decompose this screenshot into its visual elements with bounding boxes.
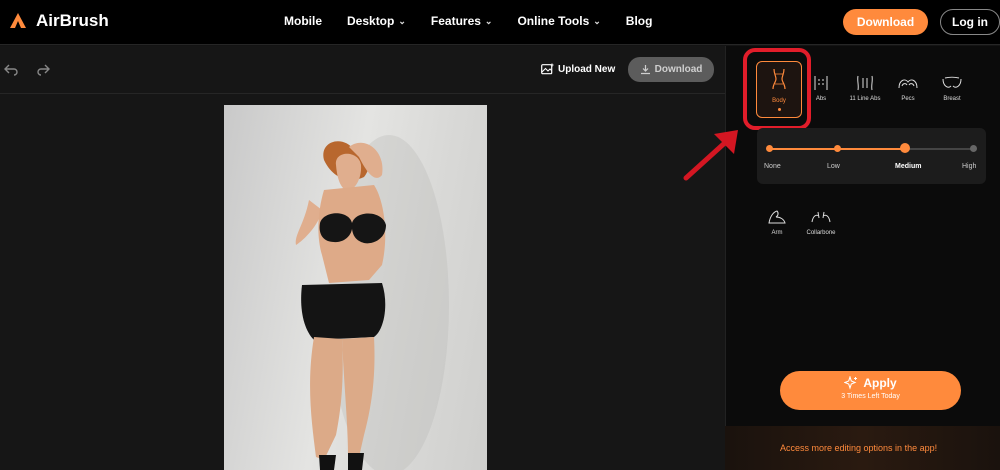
nav-link-online-tools[interactable]: Online Tools ⌄ — [517, 14, 600, 28]
nav-link-label: Online Tools — [517, 14, 590, 28]
collarbone-icon — [798, 204, 844, 230]
nav-link-features[interactable]: Features ⌄ — [431, 14, 493, 28]
redo-icon[interactable] — [36, 62, 50, 76]
tool-11-line-abs[interactable]: 11 Line Abs — [842, 70, 888, 102]
editor-download-label: Download — [654, 64, 703, 75]
slider-thumb[interactable] — [900, 143, 910, 153]
image-upload-icon — [541, 63, 554, 75]
slider-stop[interactable] — [833, 145, 841, 152]
apply-label: Apply — [863, 376, 897, 390]
tool-label: Breast — [943, 96, 961, 102]
tool-label: Pecs — [901, 96, 915, 102]
sparkle-icon — [844, 376, 858, 390]
tool-collarbone[interactable]: Collarbone — [798, 204, 844, 236]
tool-label: Collarbone — [806, 230, 836, 236]
top-nav: AirBrush Mobile Desktop ⌄ Features ⌄ Onlin… — [0, 0, 1000, 45]
red-arrow-icon — [683, 130, 738, 181]
logo-text: AirBrush — [36, 11, 109, 30]
apply-usage-count: 3 Times Left Today — [841, 393, 900, 400]
logo[interactable]: AirBrush — [8, 11, 109, 31]
11-line-abs-icon — [842, 70, 888, 96]
login-button[interactable]: Log in — [940, 9, 1000, 35]
slider-label-high: High — [962, 163, 977, 170]
nav-link-label: Blog — [625, 14, 653, 28]
slider-label-none: None — [764, 163, 781, 170]
pecs-icon — [885, 70, 931, 96]
tool-breast[interactable]: Breast — [929, 70, 975, 102]
download-icon — [640, 65, 650, 75]
slider-label-low: Low — [827, 163, 840, 170]
tool-label: 11 Line Abs — [849, 96, 881, 102]
tool-arm[interactable]: Arm — [754, 204, 800, 236]
upload-new-button[interactable]: Upload New — [541, 63, 615, 75]
woman-in-black-lingerie-photo — [295, 135, 449, 470]
nav-link-label: Mobile — [284, 14, 322, 28]
editor-canvas-area: Upload New Download — [0, 46, 725, 470]
slider-stop[interactable] — [969, 145, 977, 152]
airbrush-logo-icon — [10, 13, 26, 28]
nav-link-mobile[interactable]: Mobile — [284, 14, 322, 28]
upload-new-label: Upload New — [558, 63, 616, 75]
apply-button[interactable]: Apply 3 Times Left Today — [780, 371, 961, 410]
slider-label-medium: Medium — [895, 163, 922, 170]
tool-pecs[interactable]: Pecs — [885, 70, 931, 102]
app-promo-banner[interactable]: Access more editing options in the app! — [725, 426, 1000, 470]
tool-label: Arm — [771, 230, 783, 236]
photo-preview — [224, 105, 487, 470]
chevron-down-icon: ⌄ — [484, 15, 493, 26]
editor-toolbar: Upload New Download — [0, 46, 725, 94]
download-button[interactable]: Download — [843, 9, 928, 35]
promo-text: Access more editing options in the app! — [780, 443, 938, 453]
chevron-down-icon: ⌄ — [593, 15, 601, 26]
nav-link-label: Desktop — [347, 14, 395, 28]
arm-icon — [754, 204, 800, 230]
nav-link-desktop[interactable]: Desktop ⌄ — [347, 14, 406, 28]
breast-icon — [929, 70, 975, 96]
nav-links: Mobile Desktop ⌄ Features ⌄ Online Tools ⌄ … — [284, 14, 677, 28]
intensity-slider[interactable]: None Low Medium High — [757, 128, 986, 184]
highlight-box — [743, 48, 811, 130]
editor-download-button[interactable]: Download — [628, 57, 714, 82]
chevron-down-icon: ⌄ — [398, 15, 406, 26]
slider-stop[interactable] — [765, 145, 773, 152]
nav-link-label: Features — [430, 14, 481, 28]
nav-link-blog[interactable]: Blog — [626, 14, 653, 28]
undo-icon[interactable] — [4, 62, 18, 76]
